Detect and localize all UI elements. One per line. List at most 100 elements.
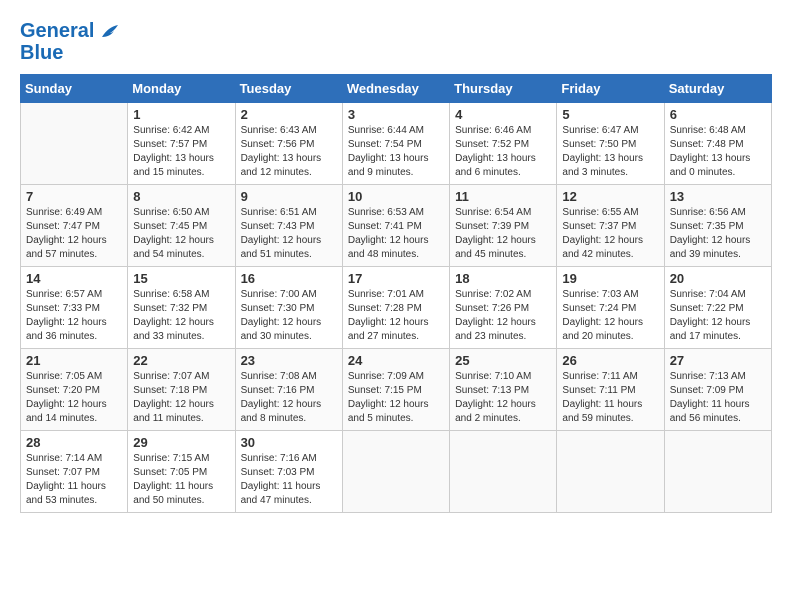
day-number: 20	[670, 271, 766, 286]
day-number: 14	[26, 271, 122, 286]
calendar-cell: 8 Sunrise: 6:50 AM Sunset: 7:45 PM Daylig…	[128, 185, 235, 267]
calendar-cell: 1 Sunrise: 6:42 AM Sunset: 7:57 PM Daylig…	[128, 103, 235, 185]
week-row-3: 14 Sunrise: 6:57 AM Sunset: 7:33 PM Dayli…	[21, 267, 772, 349]
day-info: Sunrise: 7:05 AM Sunset: 7:20 PM Dayligh…	[26, 370, 122, 426]
week-row-4: 21Sunrise: 7:05 AM Sunset: 7:20 PM Dayli…	[21, 349, 772, 431]
calendar-cell	[664, 431, 771, 513]
week-row-1: 1 Sunrise: 6:42 AM Sunset: 7:57 PM Daylig…	[21, 103, 772, 185]
day-number: 12	[562, 189, 658, 204]
day-number: 30	[241, 435, 337, 450]
calendar-cell: 26Sunrise: 7:11 AM Sunset: 7:11 PM Dayli…	[557, 349, 664, 431]
calendar-cell: 6Sunrise: 6:48 AM Sunset: 7:48 PM Daylig…	[664, 103, 771, 185]
day-number: 23	[241, 353, 337, 368]
calendar-cell: 3Sunrise: 6:44 AM Sunset: 7:54 PM Daylig…	[342, 103, 449, 185]
calendar-cell: 27 Sunrise: 7:13 AM Sunset: 7:09 PM Dayli…	[664, 349, 771, 431]
day-number: 2	[241, 107, 337, 122]
day-info: Sunrise: 6:42 AM Sunset: 7:57 PM Dayligh…	[133, 124, 229, 180]
day-info: Sunrise: 6:46 AM Sunset: 7:52 PM Dayligh…	[455, 124, 551, 180]
calendar-cell: 9 Sunrise: 6:51 AM Sunset: 7:43 PM Daylig…	[235, 185, 342, 267]
day-info: Sunrise: 6:55 AM Sunset: 7:37 PM Dayligh…	[562, 206, 658, 262]
day-number: 18	[455, 271, 551, 286]
day-number: 13	[670, 189, 766, 204]
day-info: Sunrise: 6:51 AM Sunset: 7:43 PM Dayligh…	[241, 206, 337, 262]
day-info: Sunrise: 7:00 AM Sunset: 7:30 PM Dayligh…	[241, 288, 337, 344]
calendar-cell: 21Sunrise: 7:05 AM Sunset: 7:20 PM Dayli…	[21, 349, 128, 431]
day-number: 19	[562, 271, 658, 286]
day-number: 28	[26, 435, 122, 450]
day-number: 27	[670, 353, 766, 368]
weekday-header-wednesday: Wednesday	[342, 75, 449, 103]
day-number: 15	[133, 271, 229, 286]
calendar-cell: 15 Sunrise: 6:58 AM Sunset: 7:32 PM Dayli…	[128, 267, 235, 349]
week-row-2: 7 Sunrise: 6:49 AM Sunset: 7:47 PM Daylig…	[21, 185, 772, 267]
day-info: Sunrise: 7:03 AM Sunset: 7:24 PM Dayligh…	[562, 288, 658, 344]
day-info: Sunrise: 6:44 AM Sunset: 7:54 PM Dayligh…	[348, 124, 444, 180]
day-number: 10	[348, 189, 444, 204]
day-info: Sunrise: 6:58 AM Sunset: 7:32 PM Dayligh…	[133, 288, 229, 344]
day-info: Sunrise: 6:54 AM Sunset: 7:39 PM Dayligh…	[455, 206, 551, 262]
day-info: Sunrise: 6:57 AM Sunset: 7:33 PM Dayligh…	[26, 288, 122, 344]
calendar-cell: 2 Sunrise: 6:43 AM Sunset: 7:56 PM Daylig…	[235, 103, 342, 185]
day-info: Sunrise: 7:14 AM Sunset: 7:07 PM Dayligh…	[26, 452, 122, 508]
calendar-cell: 12 Sunrise: 6:55 AM Sunset: 7:37 PM Dayli…	[557, 185, 664, 267]
weekday-header-tuesday: Tuesday	[235, 75, 342, 103]
calendar-cell	[557, 431, 664, 513]
day-info: Sunrise: 7:02 AM Sunset: 7:26 PM Dayligh…	[455, 288, 551, 344]
calendar-table: SundayMondayTuesdayWednesdayThursdayFrid…	[20, 74, 772, 513]
day-number: 25	[455, 353, 551, 368]
day-info: Sunrise: 7:11 AM Sunset: 7:11 PM Dayligh…	[562, 370, 658, 426]
day-info: Sunrise: 7:15 AM Sunset: 7:05 PM Dayligh…	[133, 452, 229, 508]
logo-bird-icon	[100, 23, 120, 41]
day-info: Sunrise: 6:56 AM Sunset: 7:35 PM Dayligh…	[670, 206, 766, 262]
day-info: Sunrise: 7:08 AM Sunset: 7:16 PM Dayligh…	[241, 370, 337, 426]
day-info: Sunrise: 6:50 AM Sunset: 7:45 PM Dayligh…	[133, 206, 229, 262]
day-info: Sunrise: 7:07 AM Sunset: 7:18 PM Dayligh…	[133, 370, 229, 426]
day-number: 4	[455, 107, 551, 122]
calendar-cell: 5Sunrise: 6:47 AM Sunset: 7:50 PM Daylig…	[557, 103, 664, 185]
calendar-cell: 24 Sunrise: 7:09 AM Sunset: 7:15 PM Dayli…	[342, 349, 449, 431]
day-number: 22	[133, 353, 229, 368]
weekday-header-friday: Friday	[557, 75, 664, 103]
calendar-cell: 22 Sunrise: 7:07 AM Sunset: 7:18 PM Dayli…	[128, 349, 235, 431]
day-number: 11	[455, 189, 551, 204]
calendar-cell: 29 Sunrise: 7:15 AM Sunset: 7:05 PM Dayli…	[128, 431, 235, 513]
day-info: Sunrise: 7:10 AM Sunset: 7:13 PM Dayligh…	[455, 370, 551, 426]
day-number: 16	[241, 271, 337, 286]
calendar-cell: 11 Sunrise: 6:54 AM Sunset: 7:39 PM Dayli…	[450, 185, 557, 267]
calendar-cell: 4 Sunrise: 6:46 AM Sunset: 7:52 PM Daylig…	[450, 103, 557, 185]
day-info: Sunrise: 7:09 AM Sunset: 7:15 PM Dayligh…	[348, 370, 444, 426]
calendar-cell	[21, 103, 128, 185]
day-number: 24	[348, 353, 444, 368]
day-number: 5	[562, 107, 658, 122]
calendar-cell: 23 Sunrise: 7:08 AM Sunset: 7:16 PM Dayli…	[235, 349, 342, 431]
calendar-cell: 14 Sunrise: 6:57 AM Sunset: 7:33 PM Dayli…	[21, 267, 128, 349]
day-number: 7	[26, 189, 122, 204]
day-number: 29	[133, 435, 229, 450]
calendar-cell: 28 Sunrise: 7:14 AM Sunset: 7:07 PM Dayli…	[21, 431, 128, 513]
day-number: 8	[133, 189, 229, 204]
calendar-cell	[342, 431, 449, 513]
calendar-cell	[450, 431, 557, 513]
calendar-cell: 13 Sunrise: 6:56 AM Sunset: 7:35 PM Dayli…	[664, 185, 771, 267]
weekday-header-saturday: Saturday	[664, 75, 771, 103]
day-number: 17	[348, 271, 444, 286]
day-info: Sunrise: 6:53 AM Sunset: 7:41 PM Dayligh…	[348, 206, 444, 262]
calendar-cell: 30 Sunrise: 7:16 AM Sunset: 7:03 PM Dayli…	[235, 431, 342, 513]
weekday-header-monday: Monday	[128, 75, 235, 103]
day-number: 6	[670, 107, 766, 122]
day-info: Sunrise: 6:49 AM Sunset: 7:47 PM Dayligh…	[26, 206, 122, 262]
day-info: Sunrise: 7:04 AM Sunset: 7:22 PM Dayligh…	[670, 288, 766, 344]
day-info: Sunrise: 6:43 AM Sunset: 7:56 PM Dayligh…	[241, 124, 337, 180]
week-row-5: 28 Sunrise: 7:14 AM Sunset: 7:07 PM Dayli…	[21, 431, 772, 513]
day-info: Sunrise: 7:13 AM Sunset: 7:09 PM Dayligh…	[670, 370, 766, 426]
day-number: 9	[241, 189, 337, 204]
calendar-cell: 18 Sunrise: 7:02 AM Sunset: 7:26 PM Dayli…	[450, 267, 557, 349]
day-info: Sunrise: 7:16 AM Sunset: 7:03 PM Dayligh…	[241, 452, 337, 508]
calendar-cell: 19 Sunrise: 7:03 AM Sunset: 7:24 PM Dayli…	[557, 267, 664, 349]
calendar-cell: 20 Sunrise: 7:04 AM Sunset: 7:22 PM Dayli…	[664, 267, 771, 349]
day-number: 1	[133, 107, 229, 122]
weekday-header-thursday: Thursday	[450, 75, 557, 103]
calendar-cell: 7 Sunrise: 6:49 AM Sunset: 7:47 PM Daylig…	[21, 185, 128, 267]
calendar-cell: 10 Sunrise: 6:53 AM Sunset: 7:41 PM Dayli…	[342, 185, 449, 267]
logo-blue: Blue	[20, 42, 120, 64]
